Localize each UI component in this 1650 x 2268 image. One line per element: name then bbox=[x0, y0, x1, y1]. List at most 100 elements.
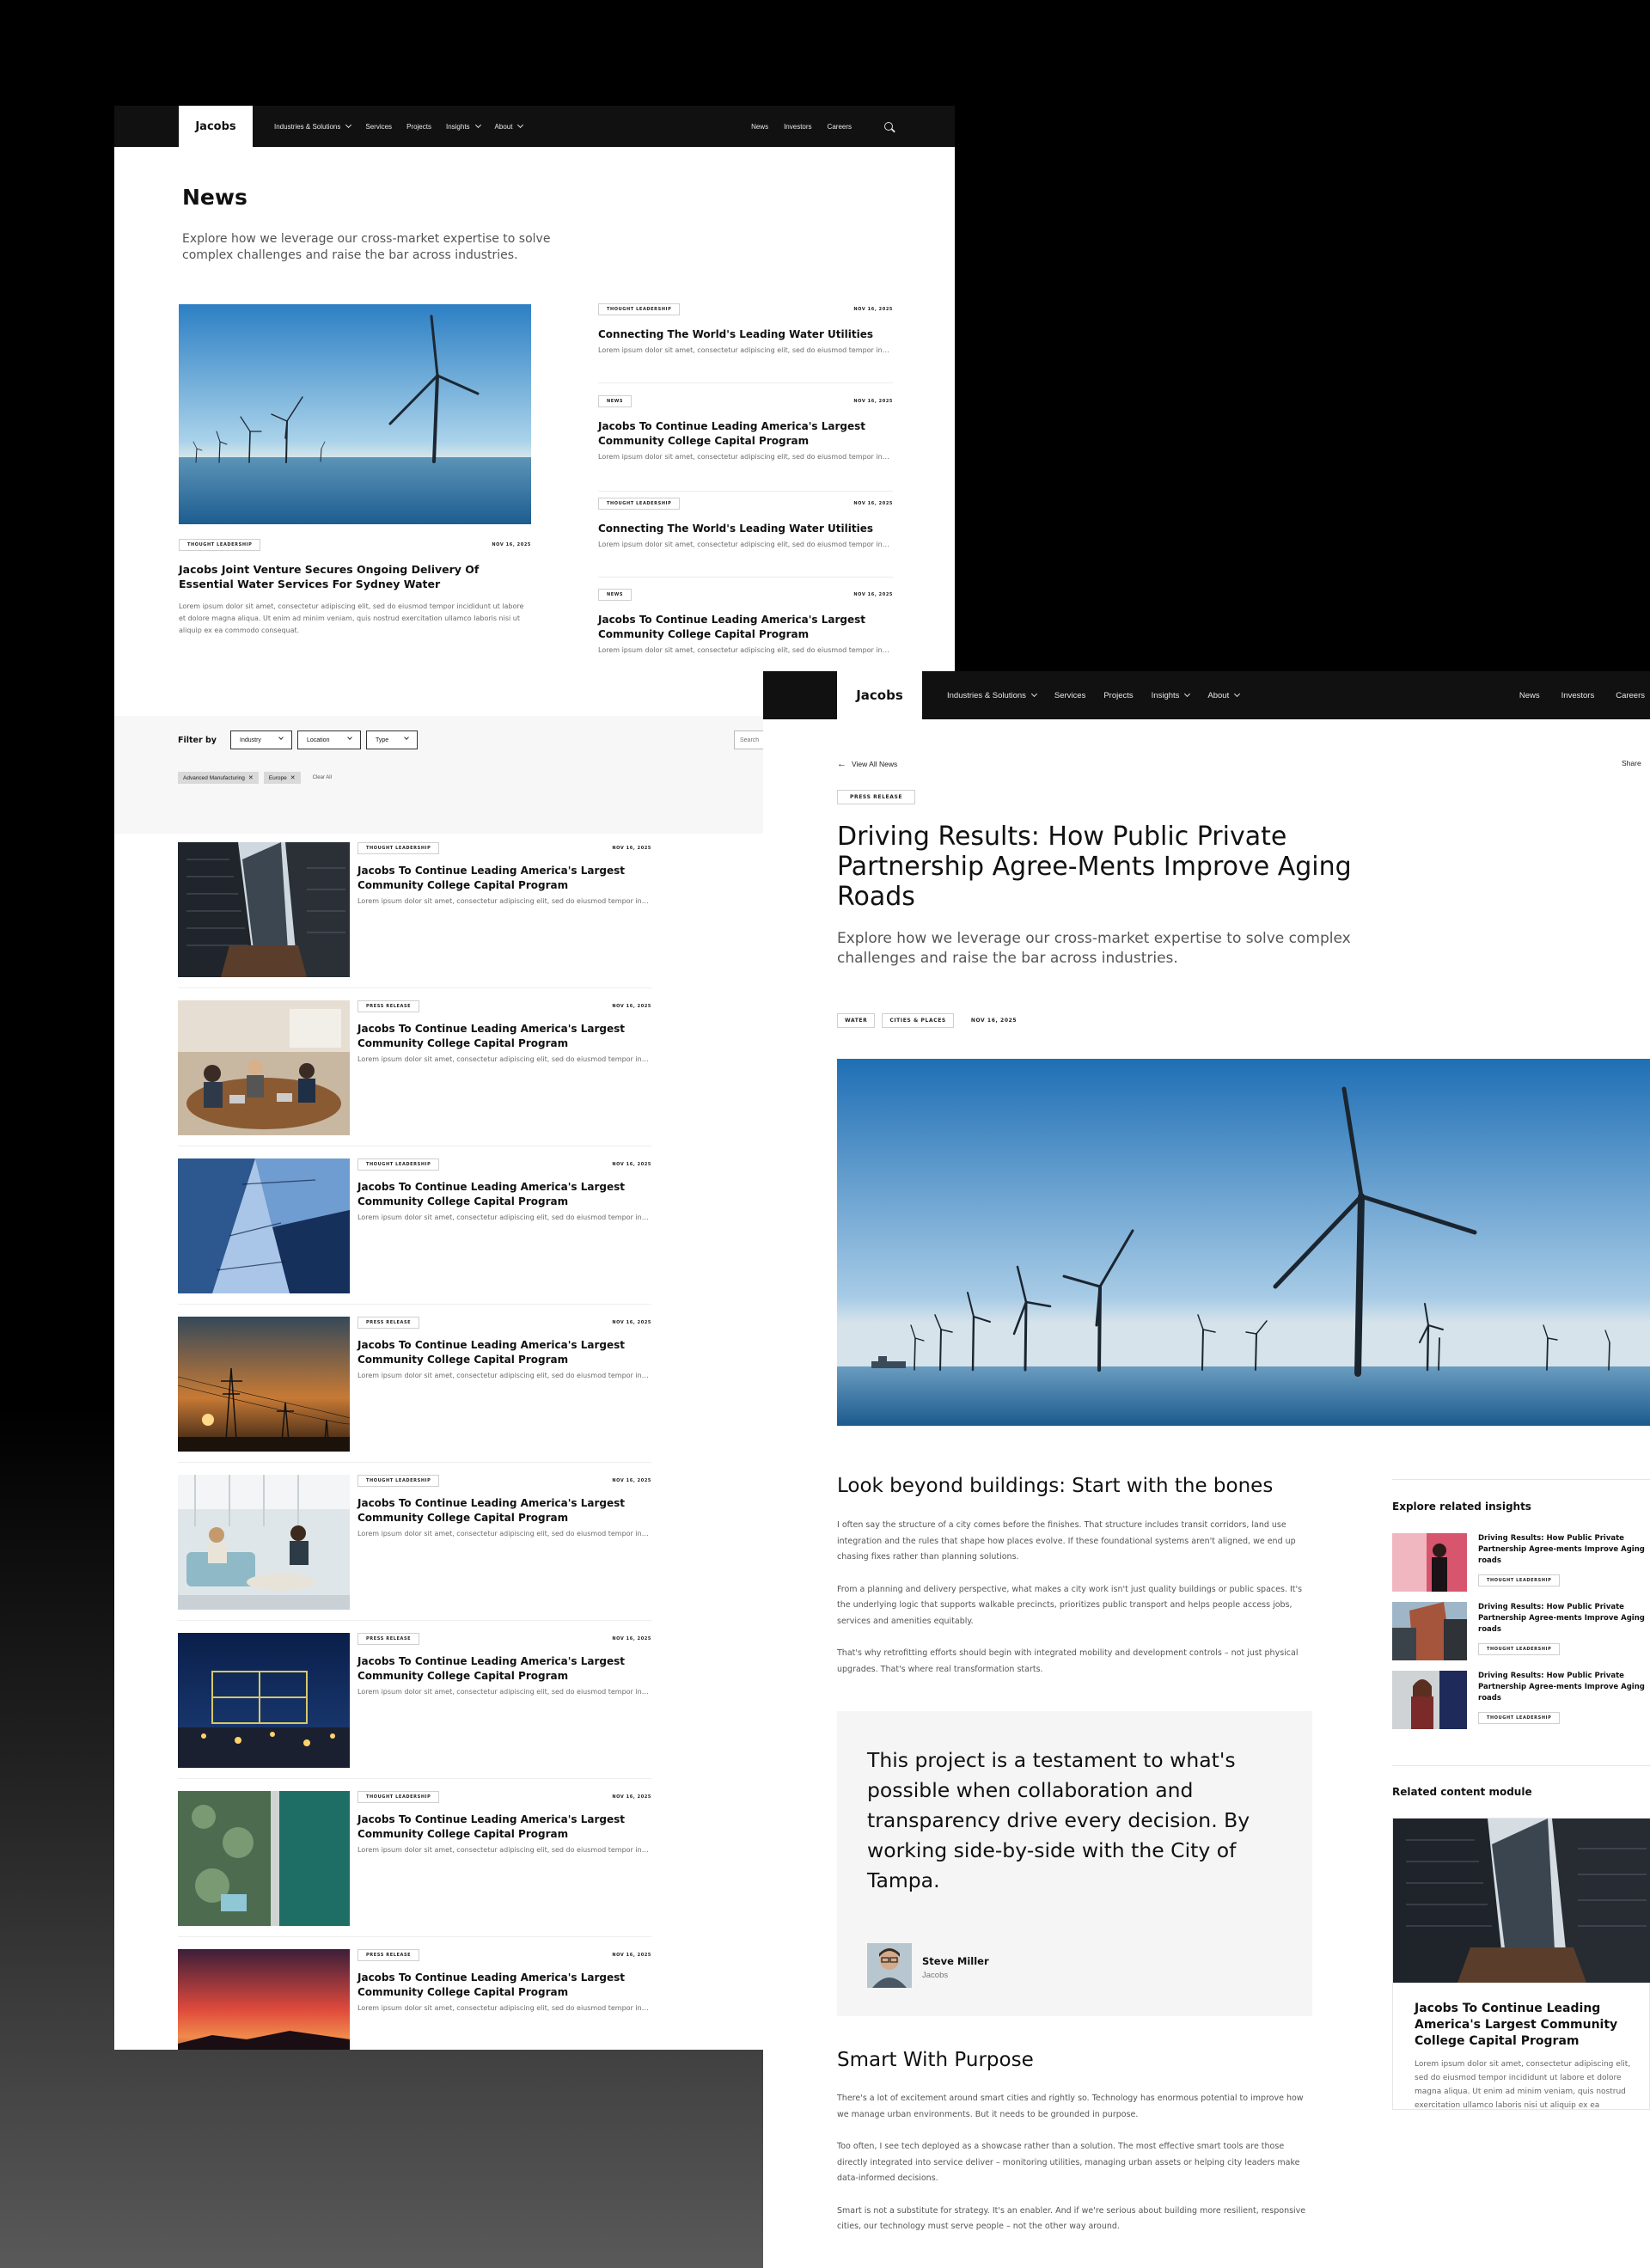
skyscrapers-image bbox=[1393, 1819, 1650, 1983]
nav-services[interactable]: Services bbox=[365, 123, 392, 131]
meeting-room-image bbox=[178, 1000, 350, 1135]
publish-date: NOV 16, 2025 bbox=[612, 1004, 651, 1009]
list-item[interactable]: THOUGHT LEADERSHIP NOV 16, 2025 Jacobs To… bbox=[178, 1791, 651, 1926]
article-title: Jacobs To Continue Leading America's Lar… bbox=[358, 1655, 626, 1682]
nav-about[interactable]: About bbox=[1207, 691, 1241, 700]
featured-image[interactable] bbox=[179, 304, 531, 524]
chevron-down-icon bbox=[1030, 690, 1037, 698]
publish-date: NOV 16, 2025 bbox=[612, 1953, 651, 1958]
logo[interactable]: Jacobs bbox=[837, 671, 922, 719]
wind-turbines-image bbox=[837, 1059, 1650, 1426]
top-nav: Jacobs Industries & Solutions Services P… bbox=[114, 106, 955, 147]
featured-article[interactable]: THOUGHT LEADERSHIP NOV 16, 2025 Jacobs J… bbox=[179, 539, 531, 637]
nav-industries[interactable]: Industries & Solutions bbox=[947, 690, 1037, 700]
topic-tag[interactable]: WATER bbox=[837, 1013, 876, 1028]
list-item[interactable]: PRESS RELEASE NOV 16, 2025 Jacobs To Cont… bbox=[178, 1633, 651, 1768]
list-item[interactable]: PRESS RELEASE NOV 16, 2025 Jacobs To Cont… bbox=[178, 1949, 651, 2050]
nav-investors[interactable]: Investors bbox=[1561, 691, 1595, 700]
category-tag: THOUGHT LEADERSHIP bbox=[1478, 1574, 1561, 1586]
wind-turbines-image bbox=[179, 304, 531, 524]
article-title: Jacobs To Continue Leading America's Lar… bbox=[358, 865, 626, 891]
related-item[interactable]: Driving Results: How Public Private Part… bbox=[1392, 1671, 1650, 1731]
clear-all-link[interactable]: Clear All bbox=[313, 775, 332, 780]
publish-date: NOV 16, 2025 bbox=[853, 501, 893, 506]
category-tag: NEWS bbox=[598, 589, 632, 601]
list-item[interactable]: PRESS RELEASE NOV 16, 2025 Jacobs To Cont… bbox=[178, 1000, 651, 1135]
nav-investors[interactable]: Investors bbox=[784, 123, 811, 131]
nav-careers[interactable]: Careers bbox=[1616, 691, 1645, 700]
nav-industries[interactable]: Industries & Solutions bbox=[274, 121, 352, 131]
side-article[interactable]: THOUGHT LEADERSHIP NOV 16, 2025 Connectin… bbox=[598, 498, 893, 578]
related-item[interactable]: Driving Results: How Public Private Part… bbox=[1392, 1602, 1650, 1662]
article-thumbnail bbox=[178, 1633, 350, 1768]
article-intro: Explore how we leverage our cross-market… bbox=[837, 930, 1351, 967]
section-body: I often say the structure of a city come… bbox=[837, 1518, 1312, 1678]
dropdown-label: Industry bbox=[240, 737, 261, 743]
active-filters: Advanced Manufacturing ✕ Europe ✕ Clear Al… bbox=[178, 772, 332, 784]
related-content-card[interactable]: Jacobs To Continue Leading America's Lar… bbox=[1392, 1818, 1650, 2110]
nav-news[interactable]: News bbox=[1519, 691, 1540, 700]
nav-about[interactable]: About bbox=[495, 121, 524, 131]
location-dropdown[interactable]: Location bbox=[297, 731, 361, 749]
card-image bbox=[1393, 1819, 1650, 1983]
list-item[interactable]: THOUGHT LEADERSHIP NOV 16, 2025 Jacobs To… bbox=[178, 1475, 651, 1610]
nav-projects[interactable]: Projects bbox=[1103, 691, 1133, 700]
related-item[interactable]: Driving Results: How Public Private Part… bbox=[1392, 1533, 1650, 1593]
pull-quote: This project is a testament to what's po… bbox=[837, 1711, 1312, 2016]
top-nav: Jacobs Industries & Solutions Services P… bbox=[763, 671, 1650, 719]
publish-date: NOV 16, 2025 bbox=[612, 846, 651, 851]
list-item[interactable]: THOUGHT LEADERSHIP NOV 16, 2025 Jacobs To… bbox=[178, 1158, 651, 1293]
paragraph: From a planning and delivery perspective… bbox=[837, 1584, 1303, 1626]
category-tag: PRESS RELEASE bbox=[358, 1633, 420, 1645]
nav-news[interactable]: News bbox=[751, 123, 768, 131]
card-title: Jacobs To Continue Leading America's Lar… bbox=[1415, 2002, 1618, 2048]
divider bbox=[178, 1778, 651, 1779]
article-title: Jacobs To Continue Leading America's Lar… bbox=[358, 1813, 626, 1840]
publish-date: NOV 16, 2025 bbox=[612, 1636, 651, 1641]
category-tag: PRESS RELEASE bbox=[358, 1317, 420, 1329]
article-excerpt: Lorem ipsum dolor sit amet, consectetur … bbox=[598, 346, 893, 354]
filter-chip[interactable]: Europe ✕ bbox=[263, 772, 301, 784]
close-icon[interactable]: ✕ bbox=[290, 774, 296, 781]
publish-date: NOV 16, 2025 bbox=[970, 1018, 1018, 1024]
nav-label: Industries & Solutions bbox=[274, 122, 341, 131]
nav-services[interactable]: Services bbox=[1054, 691, 1085, 700]
filter-chip[interactable]: Advanced Manufacturing ✕ bbox=[178, 772, 259, 784]
article-title: Jacobs To Continue Leading America's Lar… bbox=[598, 420, 866, 447]
share-button[interactable]: Share bbox=[1622, 759, 1641, 767]
side-article[interactable]: THOUGHT LEADERSHIP NOV 16, 2025 Connectin… bbox=[598, 303, 893, 383]
list-item[interactable]: THOUGHT LEADERSHIP NOV 16, 2025 Jacobs To… bbox=[178, 842, 651, 977]
nav-careers[interactable]: Careers bbox=[828, 123, 852, 131]
nav-insights[interactable]: Insights bbox=[1152, 691, 1191, 700]
filter-label: Filter by bbox=[178, 736, 217, 745]
person-avatar-icon bbox=[867, 1943, 912, 1988]
featured-title: Jacobs Joint Venture Secures Ongoing Del… bbox=[179, 563, 480, 590]
nav-label: Insights bbox=[445, 122, 470, 131]
quote-org: Jacobs bbox=[922, 1971, 949, 1980]
article-excerpt: Lorem ipsum dolor sit amet, consectetur … bbox=[358, 1530, 651, 1537]
dropdown-label: Location bbox=[307, 737, 330, 743]
paragraph: I often say the structure of a city come… bbox=[837, 1520, 1296, 1562]
nav-insights[interactable]: Insights bbox=[445, 121, 481, 131]
nav-projects[interactable]: Projects bbox=[406, 123, 431, 131]
related-thumbnail bbox=[1392, 1602, 1467, 1660]
article-title: Jacobs To Continue Leading America's Lar… bbox=[358, 1339, 626, 1366]
list-item[interactable]: PRESS RELEASE NOV 16, 2025 Jacobs To Cont… bbox=[178, 1317, 651, 1452]
category-tag: THOUGHT LEADERSHIP bbox=[1478, 1712, 1561, 1724]
back-link[interactable]: ← View All News bbox=[837, 759, 897, 769]
search-icon[interactable] bbox=[884, 122, 893, 131]
close-icon[interactable]: ✕ bbox=[248, 774, 254, 781]
divider bbox=[1392, 1765, 1650, 1766]
logo[interactable]: Jacobs bbox=[179, 106, 253, 147]
type-dropdown[interactable]: Type bbox=[366, 731, 418, 749]
related-title: Driving Results: How Public Private Part… bbox=[1478, 1534, 1645, 1565]
article-excerpt: Lorem ipsum dolor sit amet, consectetur … bbox=[358, 897, 651, 905]
publish-date: NOV 16, 2025 bbox=[612, 1320, 651, 1325]
topic-tag[interactable]: CITIES & PLACES bbox=[882, 1013, 954, 1028]
nav-links: Industries & Solutions Services Projects… bbox=[274, 121, 524, 131]
side-article[interactable]: NEWS NOV 16, 2025 Jacobs To Continue Lead… bbox=[598, 395, 893, 492]
divider bbox=[1392, 1479, 1650, 1480]
chip-label: Advanced Manufacturing bbox=[183, 774, 245, 781]
industry-dropdown[interactable]: Industry bbox=[230, 731, 292, 749]
avatar bbox=[867, 1943, 912, 1988]
